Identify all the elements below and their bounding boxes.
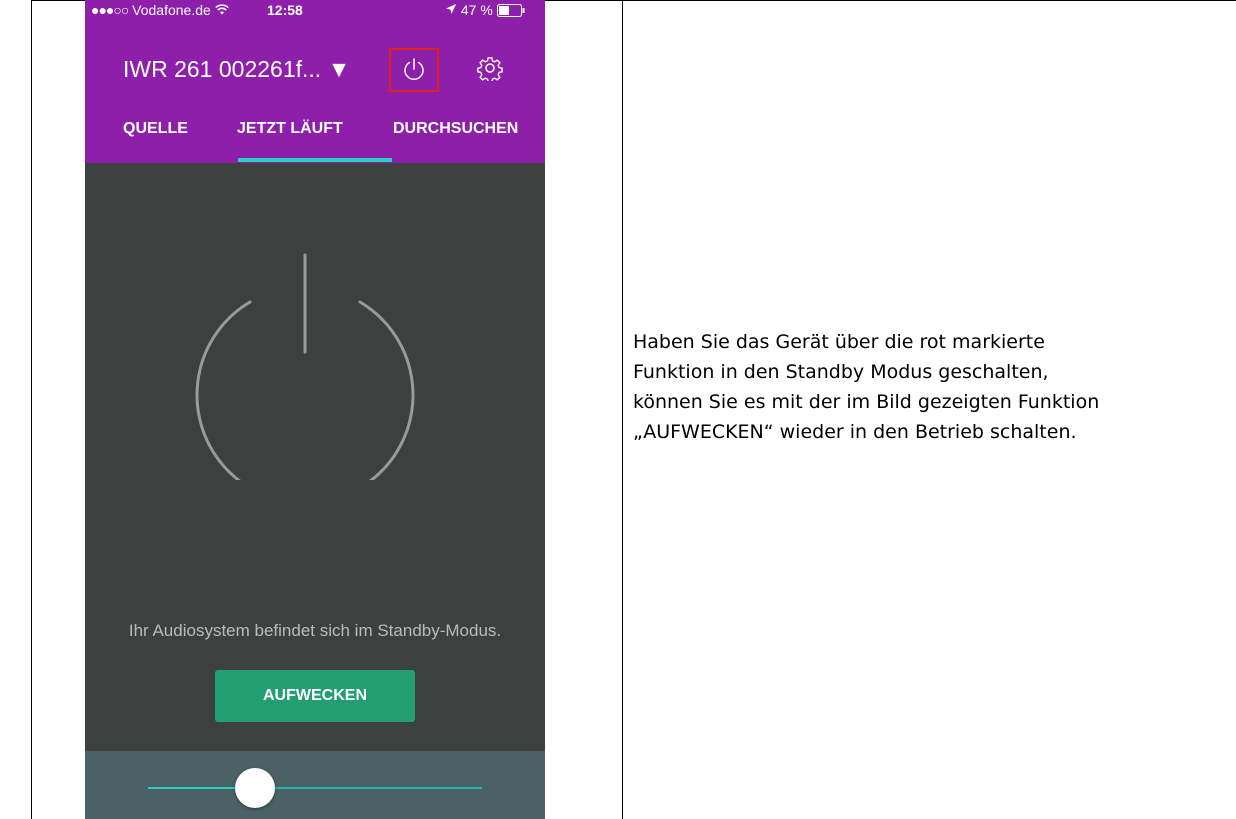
table-border-middle [622, 0, 623, 819]
instruction-line: „AUFWECKEN“ wieder in den Betrieb schalt… [633, 421, 1077, 443]
settings-button[interactable] [477, 55, 503, 83]
battery-percent: 47 % [460, 2, 493, 18]
table-border-left [31, 0, 32, 819]
location-arrow-icon [445, 2, 457, 18]
battery-icon [496, 4, 525, 20]
wake-up-button[interactable]: AUFWECKEN [215, 670, 415, 722]
power-button[interactable] [389, 48, 439, 92]
tab-source[interactable]: QUELLE [123, 120, 188, 138]
device-selector[interactable]: IWR 261 002261f... ▼ [123, 56, 350, 83]
carrier-name: Vodafone.de [132, 2, 211, 18]
wifi-icon [215, 2, 229, 18]
clock: 12:58 [267, 2, 303, 18]
signal-strength-icon: ●●●○○ [91, 2, 129, 18]
gear-icon [477, 57, 503, 83]
instruction-line: Haben Sie das Gerät über die rot markier… [633, 331, 1045, 353]
phone-screenshot: ●●●○○ Vodafone.de 12:58 47 % IWR 261 002… [85, 0, 545, 819]
power-icon [404, 58, 424, 80]
volume-track[interactable] [256, 787, 482, 789]
standby-message: Ihr Audiosystem befindet sich im Standby… [128, 621, 502, 640]
instruction-line: Funktion in den Standby Modus geschalten… [633, 361, 1049, 383]
status-bar: ●●●○○ Vodafone.de 12:58 47 % [85, 0, 545, 20]
tab-now-playing[interactable]: JETZT LÄUFT [237, 120, 343, 138]
carrier-info: ●●●○○ Vodafone.de [91, 2, 229, 18]
volume-bar [85, 751, 545, 819]
instruction-text: Haben Sie das Gerät über die rot markier… [633, 327, 1223, 447]
active-tab-indicator [238, 158, 392, 162]
volume-slider-thumb[interactable] [235, 768, 275, 808]
battery-status: 47 % [445, 2, 525, 20]
tab-browse[interactable]: DURCHSUCHEN [393, 120, 518, 138]
instruction-line: können Sie es mit der im Bild gezeigten … [633, 391, 1100, 413]
standby-power-icon [195, 253, 415, 480]
